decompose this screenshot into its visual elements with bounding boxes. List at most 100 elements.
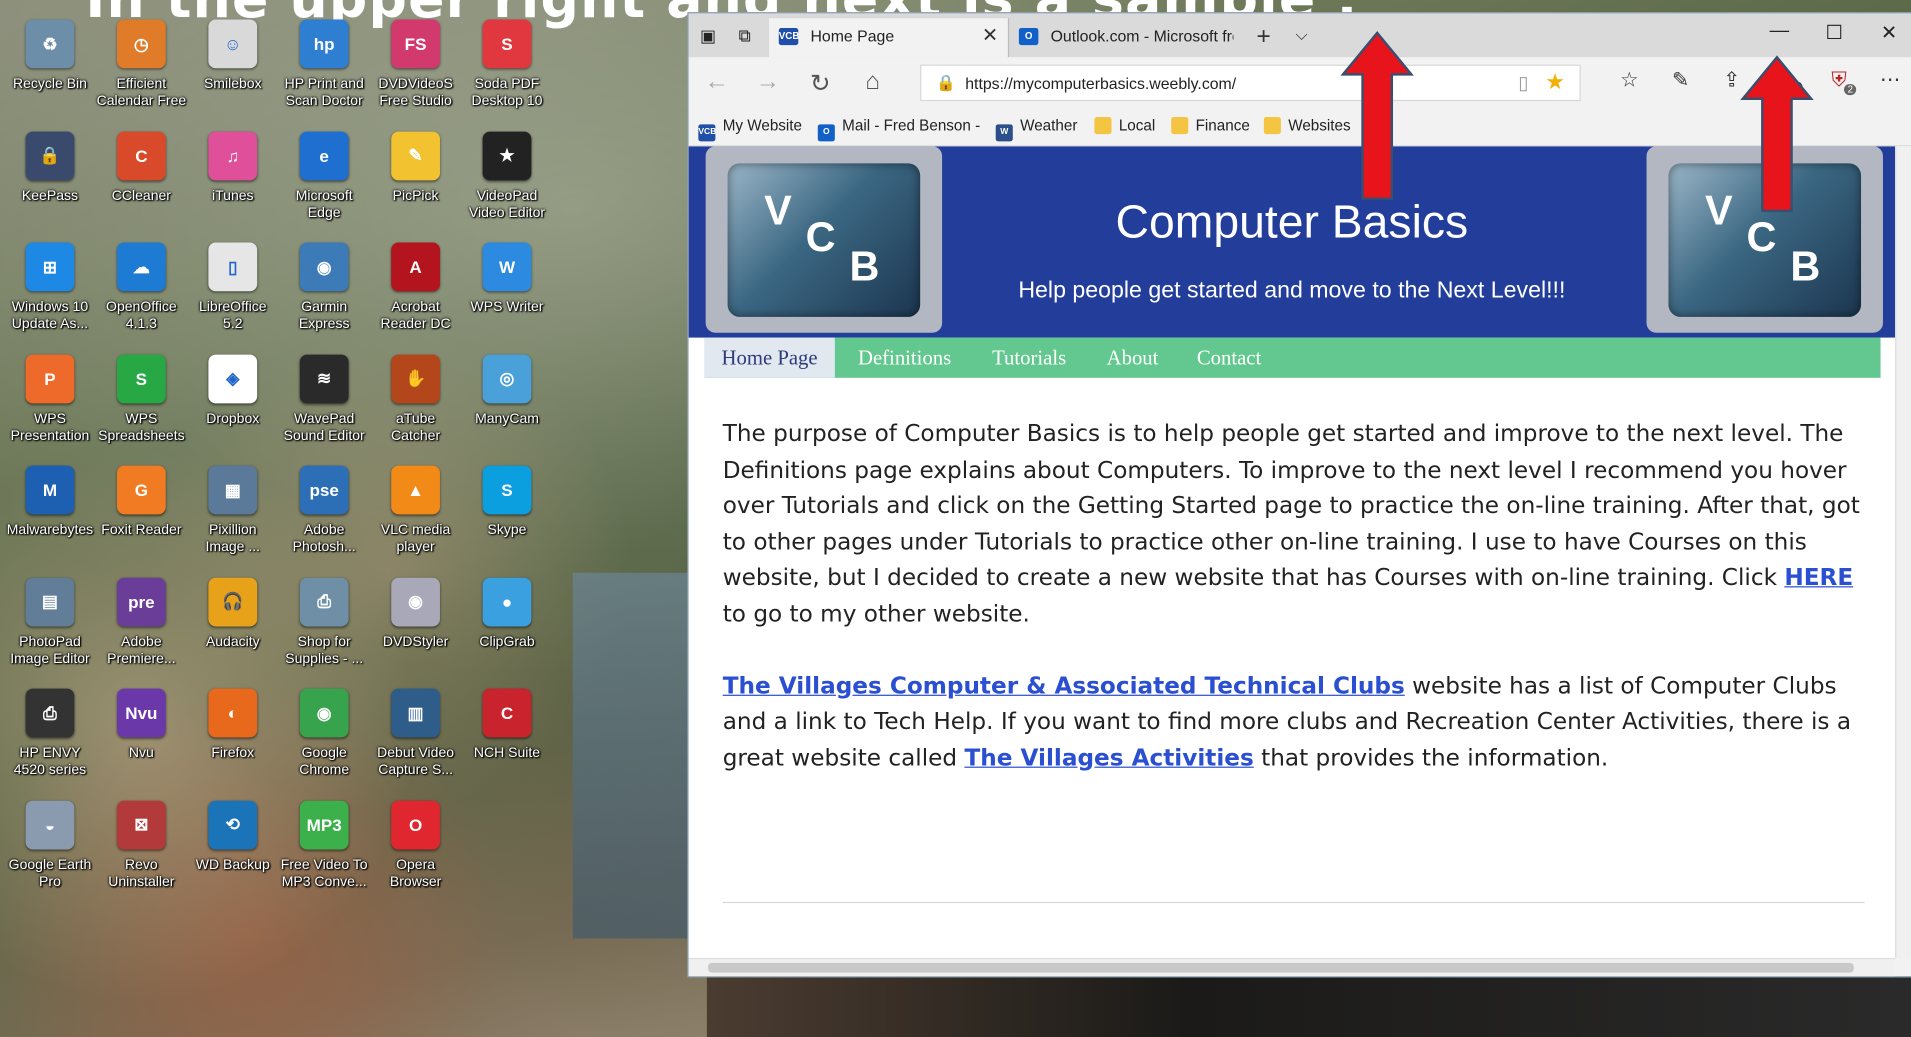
edge-browser-window: ▣ ⧉ VCB Home Page ✕ O Outlook.com - Micr… xyxy=(687,12,1911,978)
nav-tutorials[interactable]: Tutorials xyxy=(992,338,1066,378)
web-note-icon[interactable]: ✎ xyxy=(1664,68,1698,92)
favorite-folder-finance[interactable]: Finance xyxy=(1171,117,1250,135)
url-text[interactable]: https://mycomputerbasics.weebly.com/ xyxy=(965,74,1236,92)
desktop-icon[interactable]: ▦ Pixillion Image ... xyxy=(188,463,278,573)
desktop-icon[interactable]: ⎙ Shop for Supplies - ... xyxy=(279,575,369,685)
desktop-icon[interactable]: ⊞ Windows 10 Update As... xyxy=(5,240,95,350)
desktop-icon[interactable]: S Soda PDF Desktop 10 xyxy=(462,17,552,127)
chevron-down-icon[interactable]: ⌵ xyxy=(1296,26,1308,46)
desktop-icon[interactable]: ◷ Efficient Calendar Free xyxy=(96,17,186,127)
desktop-icon[interactable]: M Malwarebytes xyxy=(5,463,95,573)
favorite-folder-websites[interactable]: Websites xyxy=(1263,117,1351,135)
villages-activities-link[interactable]: The Villages Activities xyxy=(964,744,1253,771)
desktop-icon[interactable]: C NCH Suite xyxy=(462,686,552,796)
address-bar[interactable]: 🔒 https://mycomputerbasics.weebly.com/ ▯… xyxy=(920,64,1581,102)
nav-definitions[interactable]: Definitions xyxy=(858,338,951,378)
set-aside-tabs-icon[interactable]: ▣ xyxy=(698,26,718,46)
favorite-mail[interactable]: O Mail - Fred Benson - xyxy=(817,117,980,142)
desktop-icon[interactable]: e Microsoft Edge xyxy=(279,129,369,239)
desktop-icon[interactable]: C CCleaner xyxy=(96,129,186,239)
favorite-folder-local[interactable]: Local xyxy=(1094,117,1155,135)
desktop-icon[interactable]: Nvu Nvu xyxy=(96,686,186,796)
desktop-icon-label: WPS Spreadsheets xyxy=(98,411,185,444)
desktop-icon[interactable]: ⟲ WD Backup xyxy=(188,798,278,908)
forward-arrow-icon[interactable]: → xyxy=(750,68,787,96)
desktop-icon[interactable]: ● ClipGrab xyxy=(462,575,552,685)
maximize-icon[interactable]: ☐ xyxy=(1816,21,1853,45)
windows-icon: ⊞ xyxy=(25,242,75,292)
desktop-icon[interactable]: ☺ Smilebox xyxy=(188,17,278,127)
desktop-icon[interactable]: S WPS Spreadsheets xyxy=(96,352,186,462)
desktop-icon[interactable]: P WPS Presentation xyxy=(5,352,95,462)
here-link[interactable]: HERE xyxy=(1784,564,1853,591)
desktop-icon[interactable]: ◒ Google Earth Pro xyxy=(5,798,95,908)
desktop-icon[interactable]: 🔒 KeePass xyxy=(5,129,95,239)
desktop-icon[interactable]: ◈ Dropbox xyxy=(188,352,278,462)
tab-label: Outlook.com - Microsoft fre xyxy=(1050,26,1234,46)
desktop-icon[interactable]: ★ VideoPad Video Editor xyxy=(462,129,552,239)
logo-letter: V xyxy=(1705,187,1733,234)
site-nav: Home Page Definitions Tutorials About Co… xyxy=(704,337,1881,378)
desktop-icon[interactable]: ◎ ManyCam xyxy=(462,352,552,462)
more-options-icon[interactable]: ⋯ xyxy=(1873,68,1907,92)
desktop-icon[interactable]: ⎙ HP ENVY 4520 series xyxy=(5,686,95,796)
scroll-thumb[interactable] xyxy=(708,962,1854,973)
favorite-star-icon[interactable]: ★ xyxy=(1545,69,1565,95)
desktop-icon-label: Efficient Calendar Free xyxy=(96,76,187,109)
favorites-hub-icon[interactable]: ☆ xyxy=(1612,68,1646,92)
desktop-icon[interactable]: hp HP Print and Scan Doctor xyxy=(279,17,369,127)
desktop-icon[interactable]: ≋ WavePad Sound Editor xyxy=(279,352,369,462)
horizontal-scrollbar[interactable] xyxy=(688,957,1896,977)
minimize-icon[interactable]: — xyxy=(1761,21,1798,43)
desktop-icon[interactable]: A Acrobat Reader DC xyxy=(371,240,461,350)
desktop-icon[interactable]: S Skype xyxy=(462,463,552,573)
desktop-icon[interactable]: ◉ Garmin Express xyxy=(279,240,369,350)
vcb-logo-left[interactable]: V C B xyxy=(705,146,943,333)
home-icon[interactable]: ⌂ xyxy=(854,68,891,96)
desktop-icon[interactable]: ▥ Debut Video Capture S... xyxy=(371,686,461,796)
desktop-icon[interactable]: W WPS Writer xyxy=(462,240,552,350)
villages-clubs-link[interactable]: The Villages Computer & Associated Techn… xyxy=(723,672,1405,699)
desktop-icon-label: Skype xyxy=(487,522,527,538)
desktop-icon[interactable]: ✋ aTube Catcher xyxy=(371,352,461,462)
tabs-aside-icon[interactable]: ⧉ xyxy=(735,26,755,46)
photoshop-elements-icon: pse xyxy=(299,465,349,515)
site-header: V C B Computer Basics Help people get st… xyxy=(688,146,1896,338)
desktop-icon-label: HP ENVY 4520 series xyxy=(13,745,87,778)
reading-view-icon[interactable]: ▯ xyxy=(1518,72,1528,94)
refresh-icon[interactable]: ↻ xyxy=(802,68,839,98)
tab-outlook[interactable]: O Outlook.com - Microsoft fre xyxy=(1007,18,1247,58)
desktop-icon[interactable]: O Opera Browser xyxy=(371,798,461,908)
desktop-icon-label: Debut Video Capture S... xyxy=(377,745,455,778)
desktop-icon[interactable]: ▯ LibreOffice 5.2 xyxy=(188,240,278,350)
desktop-icon[interactable]: FS DVDVideoS Free Studio xyxy=(371,17,461,127)
nav-about[interactable]: About xyxy=(1107,338,1159,378)
desktop-icon[interactable]: ◉ Google Chrome xyxy=(279,686,369,796)
desktop-icon[interactable]: G Foxit Reader xyxy=(96,463,186,573)
favorite-weather[interactable]: W Weather xyxy=(995,117,1077,142)
desktop-icon[interactable]: ▲ VLC media player xyxy=(371,463,461,573)
close-window-icon[interactable]: ✕ xyxy=(1871,21,1908,45)
desktop-icon[interactable]: MP3 Free Video To MP3 Conve... xyxy=(279,798,369,908)
vertical-scrollbar[interactable] xyxy=(1895,146,1911,958)
tab-home-page[interactable]: VCB Home Page ✕ xyxy=(769,18,1008,58)
close-tab-icon[interactable]: ✕ xyxy=(982,18,998,55)
desktop-icon[interactable]: pre Adobe Premiere... xyxy=(96,575,186,685)
desktop-icon[interactable]: ✎ PicPick xyxy=(371,129,461,239)
desktop-icon-label: Windows 10 Update As... xyxy=(11,299,89,332)
intro-paragraph: The purpose of Computer Basics is to hel… xyxy=(723,417,1869,633)
desktop-icon[interactable]: pse Adobe Photosh... xyxy=(279,463,369,573)
desktop-icon[interactable]: ⊠ Revo Uninstaller xyxy=(96,798,186,908)
desktop-icon[interactable]: ♻ Recycle Bin xyxy=(5,17,95,127)
desktop-icon[interactable]: ☁ OpenOffice 4.1.3 xyxy=(96,240,186,350)
new-tab-icon[interactable]: + xyxy=(1257,23,1271,50)
back-arrow-icon[interactable]: ← xyxy=(698,68,735,96)
desktop-icon[interactable]: ▤ PhotoPad Image Editor xyxy=(5,575,95,685)
nav-home-page[interactable]: Home Page xyxy=(704,337,835,378)
nav-contact[interactable]: Contact xyxy=(1197,338,1261,378)
desktop-icon[interactable]: ♫ iTunes xyxy=(188,129,278,239)
desktop-icon[interactable]: 🎧 Audacity xyxy=(188,575,278,685)
favorite-my-website[interactable]: VCB My Website xyxy=(698,117,802,142)
desktop-icon[interactable]: ◉ DVDStyler xyxy=(371,575,461,685)
desktop-icon[interactable]: ◐ Firefox xyxy=(188,686,278,796)
